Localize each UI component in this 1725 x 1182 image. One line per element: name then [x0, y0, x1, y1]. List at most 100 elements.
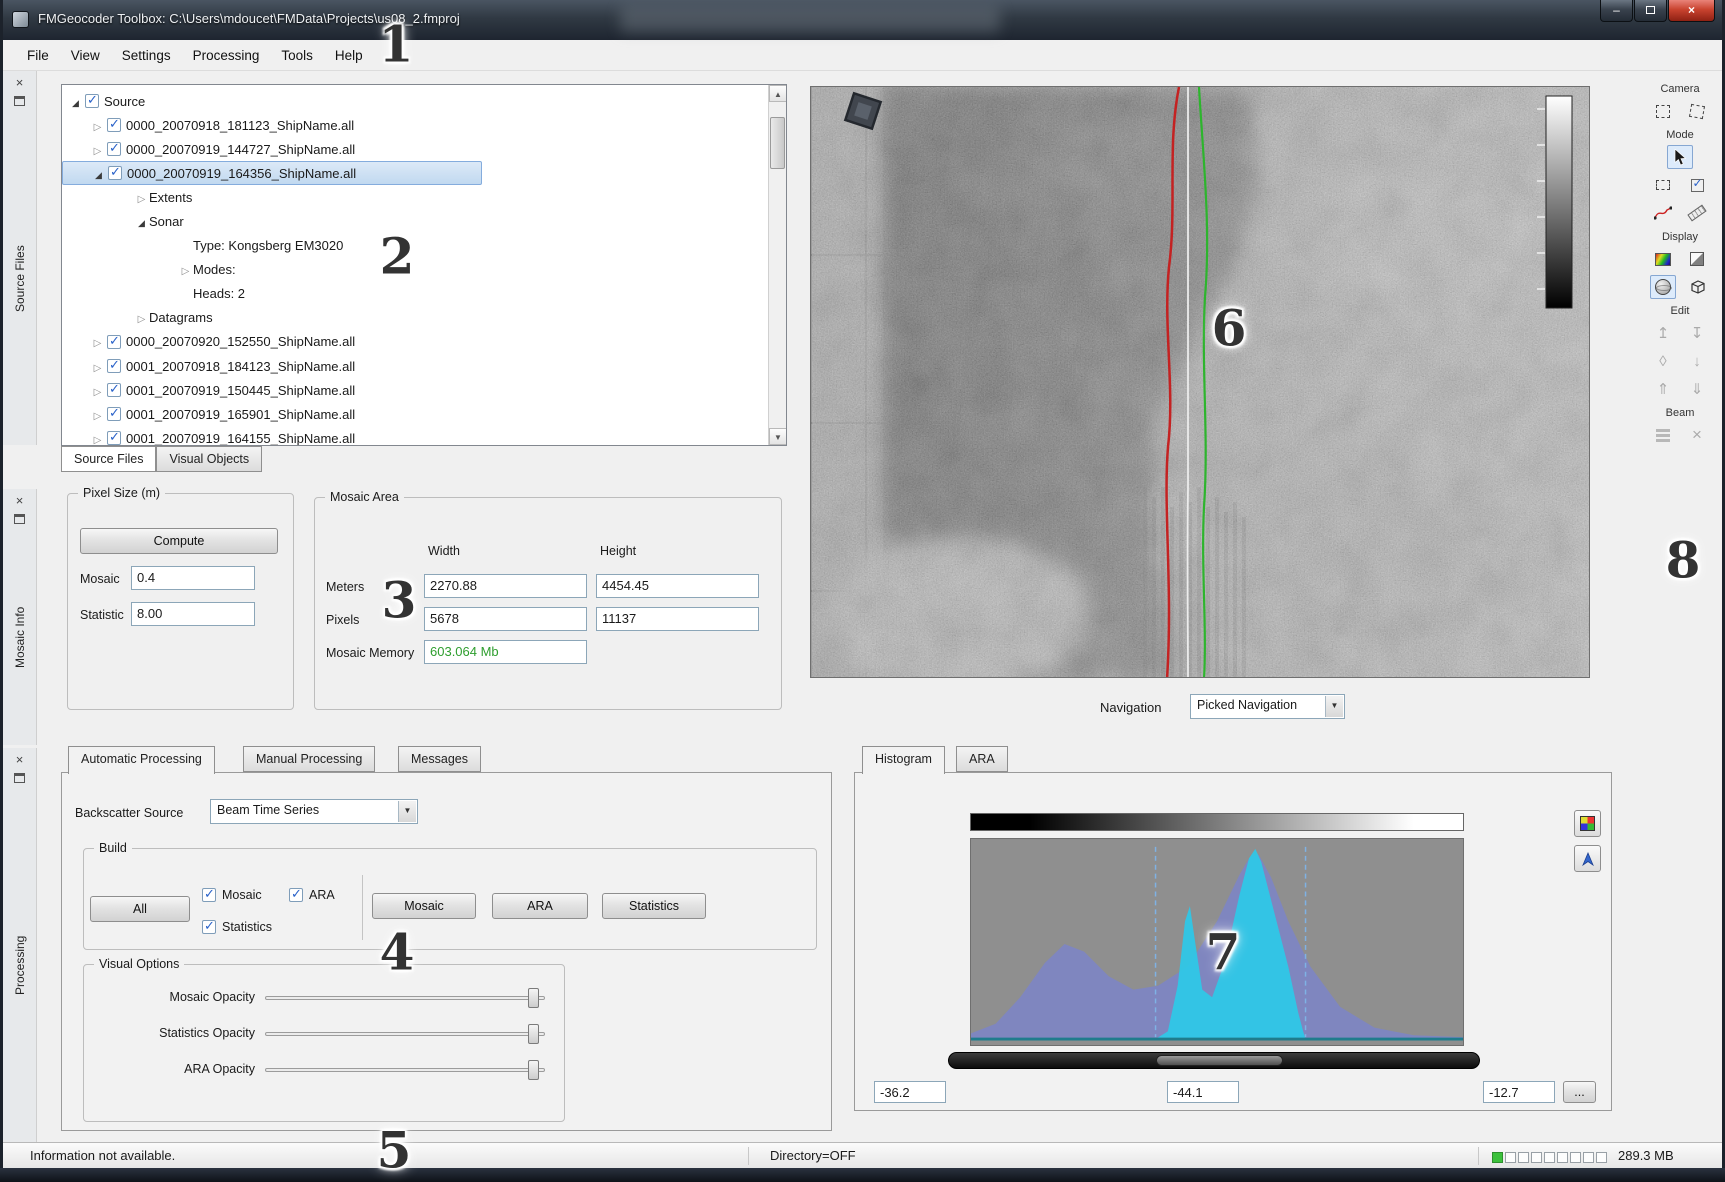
histogram-max-input[interactable]: -12.7 [1483, 1081, 1555, 1103]
maximize-button[interactable] [1634, 0, 1667, 22]
checkbox[interactable] [107, 407, 121, 421]
ara-checkbox[interactable] [289, 888, 303, 902]
rect-select-button[interactable] [1650, 173, 1676, 197]
camera-rotate-button[interactable] [1684, 99, 1710, 123]
tree-item[interactable]: Extents [62, 185, 768, 209]
pin-icon[interactable] [14, 96, 25, 106]
tree-item[interactable]: 0001_20070919_165901_ShipName.all [62, 402, 768, 426]
beam-delete-button[interactable]: × [1684, 423, 1710, 447]
minimize-button[interactable]: – [1600, 0, 1633, 22]
chevron-down-icon[interactable]: ▼ [398, 801, 416, 822]
expander-icon[interactable] [90, 431, 105, 446]
histogram-min-input[interactable]: -36.2 [874, 1081, 946, 1103]
mosaic-opacity-slider[interactable] [265, 996, 545, 1000]
tree-item[interactable]: 0001_20070919_150445_ShipName.all [62, 378, 768, 402]
checkbox[interactable] [85, 94, 99, 108]
expander-icon[interactable] [134, 214, 149, 229]
select-mode-button[interactable] [1667, 145, 1693, 169]
camera-pan-button[interactable] [1650, 99, 1676, 123]
dock-tab-source-files[interactable]: Source Files [13, 106, 27, 445]
tree-item[interactable]: Source [62, 89, 768, 113]
tab-messages[interactable]: Messages [398, 746, 481, 772]
tree-item[interactable]: Type: Kongsberg EM3020 [62, 234, 768, 258]
erase-button[interactable]: ◊ [1650, 349, 1676, 373]
wireframe-button[interactable] [1650, 275, 1676, 299]
tab-visual-objects[interactable]: Visual Objects [156, 446, 262, 472]
tree-item-selected[interactable]: 0000_20070919_164356_ShipName.all [62, 161, 482, 185]
close-icon[interactable]: × [16, 494, 24, 508]
menu-processing[interactable]: Processing [182, 43, 271, 68]
insert-button[interactable]: ↓ [1684, 349, 1710, 373]
edit-navigation-button[interactable] [1650, 201, 1676, 225]
expander-icon[interactable] [90, 118, 105, 133]
statistics-opacity-slider[interactable] [265, 1032, 545, 1036]
slider-handle[interactable] [528, 988, 539, 1008]
build-ara-button[interactable]: ARA [492, 893, 588, 919]
chevron-down-icon[interactable]: ▼ [1325, 696, 1343, 717]
tree-item[interactable]: Modes: [62, 258, 768, 282]
tree-scrollbar[interactable]: ▲ ▼ [768, 85, 786, 445]
range-slider-segment[interactable] [1156, 1055, 1283, 1066]
compute-button[interactable]: Compute [80, 528, 278, 554]
tab-automatic-processing[interactable]: Automatic Processing [68, 746, 215, 774]
scrollbar-thumb[interactable] [770, 117, 785, 169]
tab-source-files[interactable]: Source Files [61, 446, 156, 472]
checkbox[interactable] [107, 383, 121, 397]
tree-item[interactable]: Datagrams [62, 306, 768, 330]
menu-view[interactable]: View [60, 43, 111, 68]
shift-up-button[interactable]: ↥ [1650, 321, 1676, 345]
checkbox[interactable] [107, 431, 121, 445]
dock-tab-processing[interactable]: Processing [13, 783, 27, 1142]
navigation-dropdown[interactable]: Picked Navigation ▼ [1190, 694, 1345, 719]
expander-icon[interactable] [178, 262, 193, 277]
meters-width-input[interactable]: 2270.88 [424, 574, 587, 598]
histogram-range-slider[interactable] [948, 1052, 1480, 1069]
pin-icon[interactable] [14, 514, 25, 524]
pixels-width-input[interactable]: 5678 [424, 607, 587, 631]
expander-icon[interactable] [90, 359, 105, 374]
pin-icon[interactable] [14, 773, 25, 783]
select-confirm-button[interactable] [1684, 173, 1710, 197]
lower-button[interactable]: ⇓ [1684, 377, 1710, 401]
tree-item[interactable]: 0001_20070919_164155_ShipName.all [62, 426, 768, 446]
meters-height-input[interactable]: 4454.45 [596, 574, 759, 598]
build-all-button[interactable]: All [90, 896, 190, 922]
checkbox[interactable] [107, 359, 121, 373]
expander-icon[interactable] [134, 190, 149, 205]
menu-file[interactable]: File [16, 43, 60, 68]
checkbox[interactable] [107, 142, 121, 156]
colormap-display-button[interactable] [1650, 247, 1676, 271]
checkbox[interactable] [108, 166, 122, 180]
title-bar[interactable]: FMGeocoder Toolbox: C:\Users\mdoucet\FMD… [0, 0, 1725, 40]
slider-handle[interactable] [528, 1024, 539, 1044]
statistics-checkbox[interactable] [202, 920, 216, 934]
expander-icon[interactable] [90, 334, 105, 349]
tree-item[interactable]: Heads: 2 [62, 282, 768, 306]
colormap-button[interactable] [1574, 810, 1601, 837]
close-icon[interactable]: × [16, 76, 24, 90]
menu-tools[interactable]: Tools [270, 43, 324, 68]
slider-handle[interactable] [528, 1060, 539, 1080]
dock-tab-mosaic-info[interactable]: Mosaic Info [13, 524, 27, 745]
scroll-down-icon[interactable]: ▼ [769, 428, 787, 445]
tree-item[interactable]: 0000_20070918_181123_ShipName.all [62, 113, 768, 137]
scroll-up-icon[interactable]: ▲ [769, 85, 787, 102]
more-options-button[interactable]: ... [1563, 1081, 1596, 1103]
backscatter-source-dropdown[interactable]: Beam Time Series ▼ [210, 799, 418, 824]
expander-icon[interactable] [91, 166, 106, 181]
shift-down-button[interactable]: ↧ [1684, 321, 1710, 345]
pick-value-button[interactable] [1574, 845, 1601, 872]
beam-layers-button[interactable] [1650, 423, 1676, 447]
tab-manual-processing[interactable]: Manual Processing [243, 746, 375, 772]
pixels-height-input[interactable]: 11137 [596, 607, 759, 631]
menu-help[interactable]: Help [324, 43, 374, 68]
shading-button[interactable] [1684, 247, 1710, 271]
menu-settings[interactable]: Settings [111, 43, 182, 68]
tree-item[interactable]: 0001_20070918_184123_ShipName.all [62, 354, 768, 378]
build-statistics-button[interactable]: Statistics [602, 893, 706, 919]
checkbox[interactable] [107, 335, 121, 349]
mosaic-checkbox[interactable] [202, 888, 216, 902]
expander-icon[interactable] [90, 383, 105, 398]
map-viewport[interactable] [810, 86, 1590, 678]
tab-ara[interactable]: ARA [956, 746, 1008, 772]
